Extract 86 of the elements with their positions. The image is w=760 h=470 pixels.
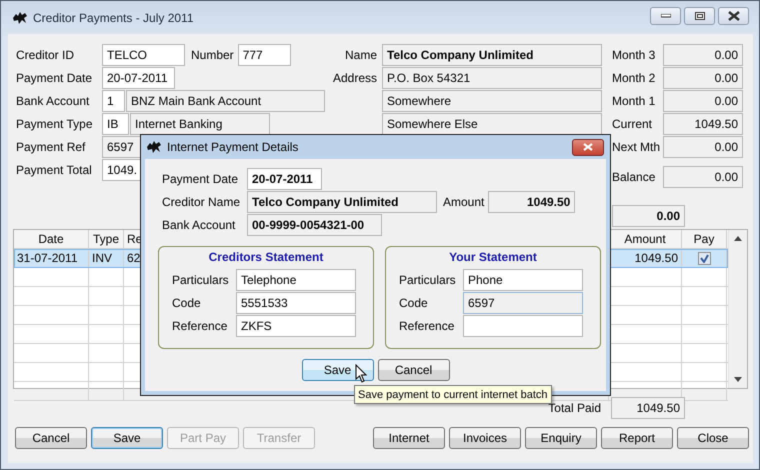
action-button[interactable]: Report — [601, 427, 673, 449]
scrollbar[interactable] — [728, 230, 747, 388]
text-field[interactable]: 20-07-2011 — [247, 168, 322, 190]
text-field[interactable]: 777 — [238, 44, 291, 66]
close-button[interactable] — [718, 6, 749, 24]
field-label: Payment Type — [16, 116, 94, 130]
close-icon — [728, 10, 740, 20]
field-label: Month 3 — [612, 48, 656, 62]
field-label: Bank Account — [162, 218, 236, 232]
field-label: Code — [399, 296, 429, 310]
text-field[interactable]: Telephone — [236, 268, 356, 290]
text-field[interactable]: 1 — [102, 90, 125, 112]
action-button[interactable]: Save — [91, 427, 163, 449]
text-field[interactable]: 00-9999-0054321-00 — [247, 214, 382, 236]
field-label: Month 1 — [612, 94, 656, 108]
group-title: Creditors Statement — [208, 250, 324, 266]
amount-field[interactable]: 1049.50 — [488, 190, 576, 212]
text-field[interactable]: 5551533 — [236, 292, 356, 314]
amount-field[interactable]: 1049.50 — [663, 112, 743, 134]
amount-field[interactable]: 0.00 — [612, 205, 685, 227]
action-button[interactable]: Enquiry — [525, 427, 597, 449]
dialog-button[interactable]: Save — [302, 359, 374, 381]
cursor-icon — [355, 364, 367, 383]
close-button[interactable] — [572, 138, 604, 156]
field-label: Number — [191, 48, 234, 62]
amount-field[interactable]: 0.00 — [663, 44, 743, 66]
maximize-button[interactable] — [684, 6, 715, 24]
up-arrow-icon — [734, 236, 742, 241]
checkbox[interactable] — [698, 252, 710, 264]
field-label: Particulars — [172, 272, 230, 286]
tooltip: Save payment to current internet batch — [354, 385, 552, 404]
action-button[interactable]: Cancel — [15, 427, 87, 449]
text-field[interactable]: Somewhere — [382, 90, 602, 112]
field-label: Creditor Name — [162, 194, 242, 208]
text-field[interactable]: Telco Company Unlimited — [247, 190, 437, 212]
field-label: Payment Ref — [16, 140, 86, 154]
field-label: Reference — [399, 318, 456, 332]
field-label: Current — [612, 116, 654, 130]
minimize-button[interactable] — [650, 6, 681, 24]
text-field[interactable]: Phone — [463, 268, 583, 290]
column-header[interactable]: Type — [89, 230, 124, 248]
column-header[interactable]: Date — [14, 230, 89, 248]
text-field[interactable]: ZKFS — [236, 314, 356, 336]
text-field[interactable]: Somewhere Else — [382, 112, 602, 134]
action-button[interactable]: Internet — [373, 427, 445, 449]
close-icon — [583, 143, 593, 151]
field-label: Creditor ID — [16, 48, 76, 62]
table-cell: 31-07-2011 — [14, 249, 89, 267]
field-label: Address — [332, 70, 377, 84]
amount-field[interactable]: 0.00 — [663, 166, 743, 188]
field-label: Particulars — [399, 272, 457, 286]
field-label: Month 2 — [612, 70, 656, 84]
text-field[interactable] — [463, 314, 583, 336]
group-title: Your Statement — [448, 250, 538, 266]
field-label: Bank Account — [16, 94, 90, 108]
column-header[interactable]: Pay — [682, 230, 727, 248]
field-label: Balance — [612, 170, 656, 184]
text-field[interactable]: Internet Banking — [130, 112, 270, 134]
amount-field[interactable]: 0.00 — [663, 136, 743, 158]
field-label: Payment Date — [16, 70, 94, 84]
text-field[interactable]: Telco Company Unlimited — [382, 44, 602, 66]
field-label: Payment Date — [162, 172, 240, 186]
action-button[interactable]: Invoices — [449, 427, 521, 449]
field-label: Amount — [443, 194, 484, 208]
text-field[interactable]: BNZ Main Bank Account — [126, 90, 325, 112]
dialog-button[interactable]: Cancel — [378, 359, 450, 381]
minimize-icon — [660, 14, 670, 18]
maximize-icon — [694, 12, 704, 20]
field-label: Code — [172, 296, 202, 310]
text-field[interactable]: IB — [102, 112, 129, 134]
text-field[interactable]: P.O. Box 54321 — [382, 66, 602, 88]
down-arrow-icon — [734, 377, 742, 382]
action-button[interactable]: Close — [677, 427, 749, 449]
field-label: Name — [344, 48, 377, 62]
dialog-title: Internet Payment Details — [167, 140, 298, 154]
window-title: Creditor Payments - July 2011 — [33, 10, 194, 24]
text-field[interactable]: 6597 — [463, 292, 583, 314]
amount-field[interactable]: 1049.50 — [611, 396, 685, 418]
field-label: Next Mth — [612, 140, 662, 154]
text-field[interactable]: TELCO — [102, 44, 185, 66]
text-field[interactable]: 20-07-2011 — [102, 66, 175, 88]
amount-field[interactable]: 0.00 — [663, 90, 743, 112]
table-cell: INV — [89, 249, 124, 267]
field-label: Reference — [172, 318, 228, 332]
field-label: Payment Total — [16, 162, 93, 176]
amount-field[interactable]: 0.00 — [663, 66, 743, 88]
